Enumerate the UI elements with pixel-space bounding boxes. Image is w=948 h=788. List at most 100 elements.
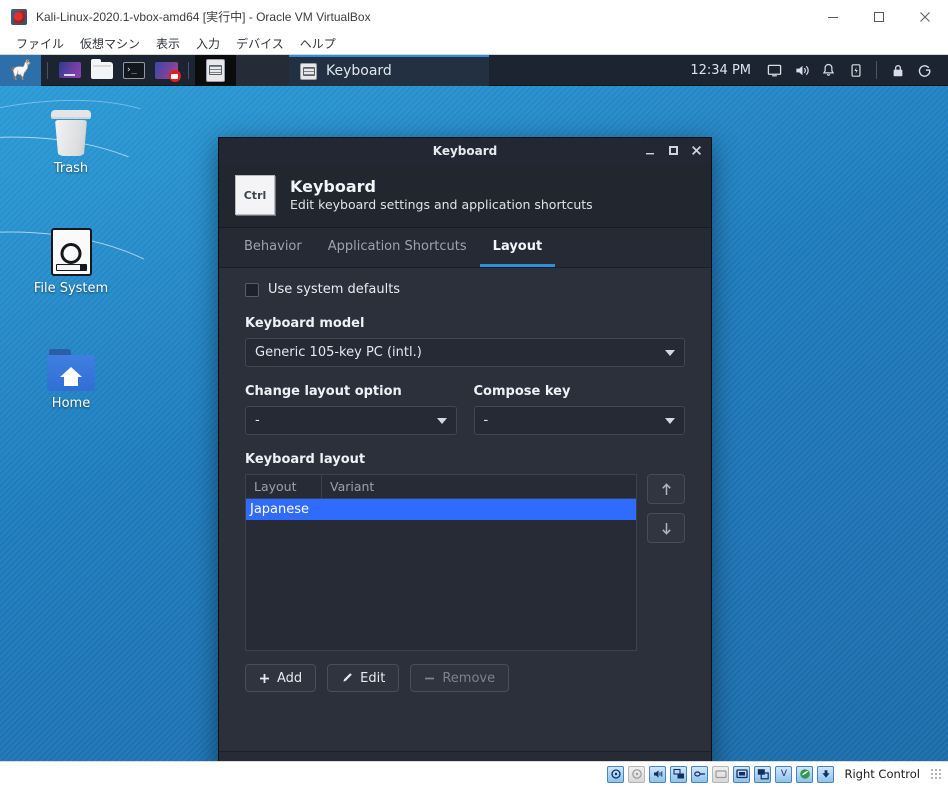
tab-behavior[interactable]: Behavior [231,229,315,267]
use-system-defaults-checkbox[interactable] [245,282,259,297]
change-layout-option-value: - [255,413,260,428]
desktop-icon-trash[interactable]: Trash [19,110,123,176]
dialog-footer: Help Close [219,751,711,761]
virtualbox-statusbar: V Right Control [0,761,948,786]
usb-icon[interactable] [691,765,709,783]
panel-separator [47,61,48,79]
system-tray: 12:34 PM [690,55,948,86]
network-icon[interactable] [670,765,688,783]
menu-item-file[interactable]: ファイル [8,33,72,55]
active-window-icon[interactable] [195,55,236,86]
terminal-emulator-launcher[interactable] [57,57,83,83]
table-row[interactable]: Japanese [246,499,636,520]
column-header-variant[interactable]: Variant [322,475,636,498]
keyboard-layout-list[interactable]: Layout Variant Japanese [245,474,637,651]
dialog-minimize-button[interactable] [640,140,661,161]
tab-application-shortcuts[interactable]: Application Shortcuts [315,229,480,267]
dialog-header-text: Keyboard Edit keyboard settings and appl… [290,177,593,213]
minus-icon [424,673,435,684]
remove-button[interactable]: Remove [410,664,510,692]
use-system-defaults-row[interactable]: Use system defaults [245,282,685,297]
column-header-layout[interactable]: Layout [246,475,322,498]
change-layout-option-group: Change layout option - [245,384,457,435]
panel-filler [236,55,289,86]
compose-key-group: Compose key - [473,384,685,435]
menu-item-devices[interactable]: デバイス [228,33,292,55]
clock[interactable]: 12:34 PM [690,63,751,78]
audio-icon[interactable] [649,765,667,783]
close-button[interactable] [902,0,948,33]
add-button[interactable]: Add [245,664,317,692]
window-title: Kali-Linux-2020.1-vbox-amd64 [実行中] - Ora… [36,10,371,24]
display-icon[interactable] [761,55,788,86]
maximize-button[interactable] [856,0,902,33]
add-button-label: Add [277,670,303,686]
virtualization-icon[interactable]: V [775,765,793,783]
keyboard-icon [206,58,225,82]
row-layout-value: Japanese [250,502,310,517]
filesystem-disk-icon [50,228,92,276]
resize-grip[interactable] [930,768,942,780]
dialog-header: Ctrl Keyboard Edit keyboard settings and… [219,163,711,228]
menu-item-input[interactable]: 入力 [188,33,228,55]
move-up-arrow-button[interactable] [647,474,685,504]
chevron-down-icon [436,417,447,424]
menu-item-help[interactable]: ヘルプ [292,33,344,55]
virtualbox-menubar: ファイル 仮想マシン 表示 入力 デバイス ヘルプ [0,33,948,55]
tab-layout[interactable]: Layout [479,229,556,267]
dialog-header-title: Keyboard [290,176,376,196]
kali-dragon-glyph: 🦙 [8,58,33,81]
edit-button[interactable]: Edit [327,664,400,692]
keyboard-layout-group: Keyboard layout Layout Variant Japanese [245,452,685,692]
power-icon[interactable] [842,55,869,86]
shared-folder-icon[interactable] [712,765,730,783]
taskbar-button-keyboard[interactable]: Keyboard [289,55,489,86]
remote-desktop-icon[interactable] [754,765,772,783]
folder-icon [91,58,113,79]
pencil-icon [341,672,353,684]
remove-button-label: Remove [442,670,496,686]
layout-reorder-buttons [647,474,685,543]
change-layout-option-label: Change layout option [245,384,402,399]
file-manager-launcher[interactable] [89,57,115,83]
dialog-window-controls [640,138,707,163]
tray-separator [876,61,877,79]
screen-recorder-launcher[interactable] [153,57,181,83]
change-layout-option-select[interactable]: - [245,406,457,435]
kali-dragon-icon[interactable]: 🦙 [0,55,41,86]
keyboard-model-value: Generic 105-key PC (intl.) [255,345,422,360]
display-icon[interactable] [733,765,751,783]
keyboard-model-select[interactable]: Generic 105-key PC (intl.) [245,338,685,367]
layout-list-header: Layout Variant [246,475,636,499]
menu-item-view[interactable]: 表示 [148,33,188,55]
desktop-icon-label: File System [33,281,109,296]
logout-icon[interactable] [911,55,938,86]
dialog-maximize-button[interactable] [663,140,684,161]
terminal-launcher[interactable] [121,57,147,83]
dialog-titlebar[interactable]: Keyboard [219,138,711,163]
virtualbox-window: Kali-Linux-2020.1-vbox-amd64 [実行中] - Ora… [0,0,948,788]
virtualbox-titlebar: Kali-Linux-2020.1-vbox-amd64 [実行中] - Ora… [0,0,948,33]
move-down-arrow-button[interactable] [647,513,685,543]
dialog-close-button[interactable] [686,140,707,161]
edit-button-label: Edit [360,670,386,686]
keyboard-icon [300,62,317,80]
mouse-integration-icon[interactable] [796,765,814,783]
compose-key-select[interactable]: - [473,406,685,435]
dialog-title: Keyboard [432,143,498,158]
desktop-icon-home[interactable]: Home [19,349,123,411]
desktop-icon-file-system[interactable]: File System [19,228,123,296]
menu-item-machine[interactable]: 仮想マシン [72,33,148,55]
volume-icon[interactable] [788,55,815,86]
notification-bell-icon[interactable] [815,55,842,86]
trash-icon [50,110,92,156]
dialog-header-subtitle: Edit keyboard settings and application s… [290,196,593,212]
host-key-icon[interactable] [817,765,835,783]
layout-options-row: Change layout option - Compose key - [245,384,685,435]
hard-disk-icon[interactable] [607,765,625,783]
layout-action-buttons: Add Edit Remove [245,664,685,692]
minimize-button[interactable] [810,0,856,33]
desktop-icon-label: Trash [53,161,89,176]
lock-icon[interactable] [884,55,911,86]
optical-disk-icon[interactable] [628,765,646,783]
